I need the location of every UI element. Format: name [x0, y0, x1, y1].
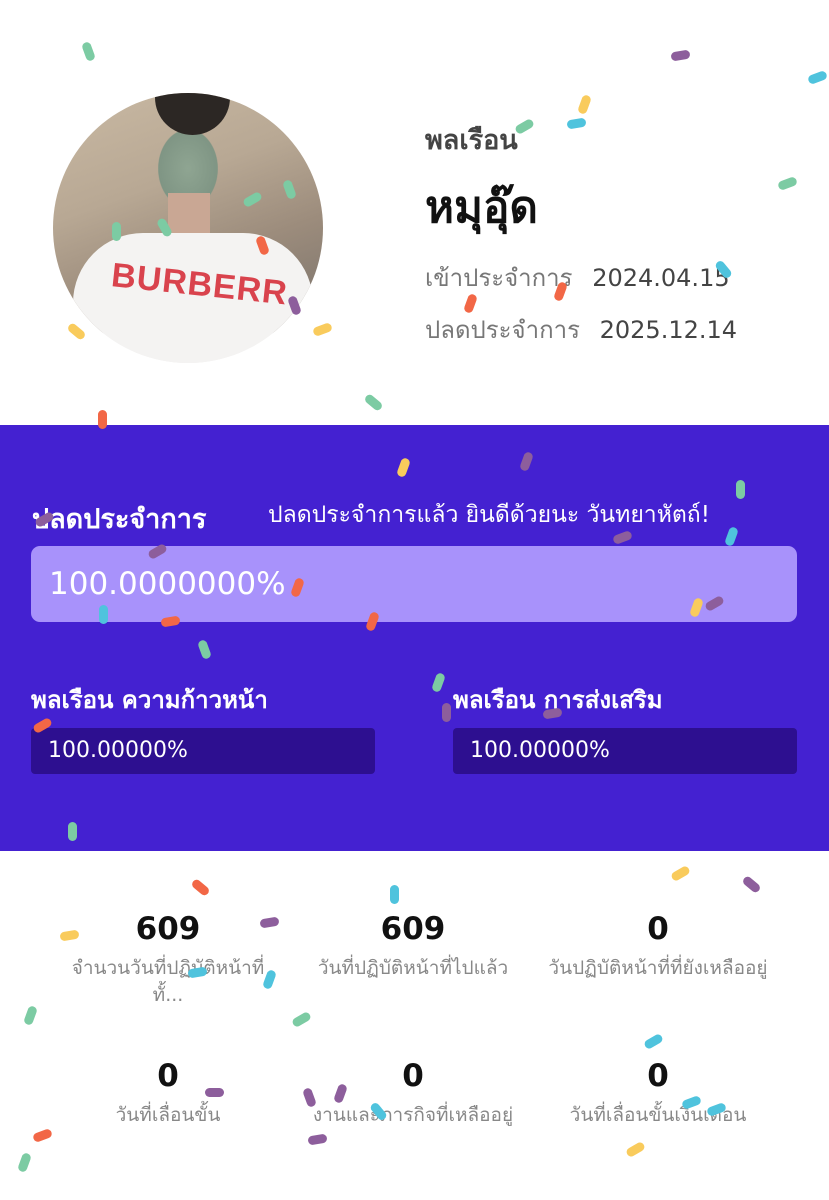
advancement-value: 100.00000% — [48, 738, 188, 763]
stat-salary-promotion-day: 0 วันที่เลื่อนขั้นเงินเดือน — [548, 1056, 768, 1129]
stat-value: 0 — [647, 911, 669, 947]
stats-grid: 609 จำนวนวันที่ปฏิบัติหน้าที่ทั้... 609 … — [0, 851, 829, 1200]
stat-label: งานและภารกิจที่เหลืออยู่ — [312, 1104, 514, 1126]
stat-value: 0 — [157, 1058, 179, 1094]
discharge-date-row: ปลดประจำการ 2025.12.14 — [425, 310, 737, 349]
avatar-hair — [155, 93, 230, 135]
stat-label: วันปฏิบัติหน้าที่ที่ยังเหลืออยู่ — [548, 957, 768, 979]
profile-avatar: BURBERR — [53, 93, 323, 363]
discharge-date: 2025.12.14 — [599, 316, 738, 344]
advancement-label: พลเรือน ความก้าวหน้า — [31, 686, 268, 714]
stat-label: วันที่เลื่อนขั้น — [115, 1104, 221, 1126]
stat-label: วันที่ปฏิบัติหน้าที่ไปแล้ว — [317, 957, 509, 979]
discharge-label: ปลดประจำการ — [425, 316, 580, 344]
stat-label: วันที่เลื่อนขั้นเงินเดือน — [569, 1104, 747, 1126]
progress-panel: ปลดประจำการ ปลดประจำการแล้ว ยินดีด้วยนะ … — [0, 425, 829, 851]
stat-days-served: 609 วันที่ปฏิบัติหน้าที่ไปแล้ว — [303, 909, 523, 982]
enlist-date-row: เข้าประจำการ 2024.04.15 — [425, 258, 730, 297]
profile-name: หมุอุ๊ด — [425, 182, 539, 233]
promotion-label: พลเรือน การส่งเสริม — [453, 686, 663, 714]
promotion-value: 100.00000% — [470, 738, 610, 763]
stat-label: จำนวนวันที่ปฏิบัติหน้าที่ทั้... — [71, 957, 265, 1006]
stat-value: 0 — [402, 1058, 424, 1094]
profile-header: BURBERR พลเรือน หมุอุ๊ด เข้าประจำการ 202… — [0, 0, 829, 425]
rank-label: พลเรือน — [425, 125, 518, 156]
enlist-label: เข้าประจำการ — [425, 264, 573, 292]
stat-days-remaining: 0 วันปฏิบัติหน้าที่ที่ยังเหลืออยู่ — [548, 909, 768, 982]
congrats-message: ปลดประจำการแล้ว ยินดีด้วยนะ วันทยาหัตถ์! — [268, 502, 710, 528]
promotion-progress-bar: 100.00000% — [453, 728, 797, 774]
stat-value: 609 — [380, 911, 446, 947]
main-progress-bar: 100.0000000% — [31, 546, 797, 622]
stat-value: 0 — [647, 1058, 669, 1094]
stat-total-service-days: 609 จำนวนวันที่ปฏิบัติหน้าที่ทั้... — [58, 909, 278, 1009]
avatar-neck — [168, 193, 210, 238]
stat-tasks-remaining: 0 งานและภารกิจที่เหลืออยู่ — [303, 1056, 523, 1129]
enlist-date: 2024.04.15 — [592, 264, 730, 292]
stat-value: 609 — [135, 911, 201, 947]
stat-promotion-day: 0 วันที่เลื่อนขั้น — [58, 1056, 278, 1129]
main-progress-value: 100.0000000% — [49, 566, 286, 602]
progress-title: ปลดประจำการ — [32, 504, 207, 535]
advancement-progress-bar: 100.00000% — [31, 728, 375, 774]
